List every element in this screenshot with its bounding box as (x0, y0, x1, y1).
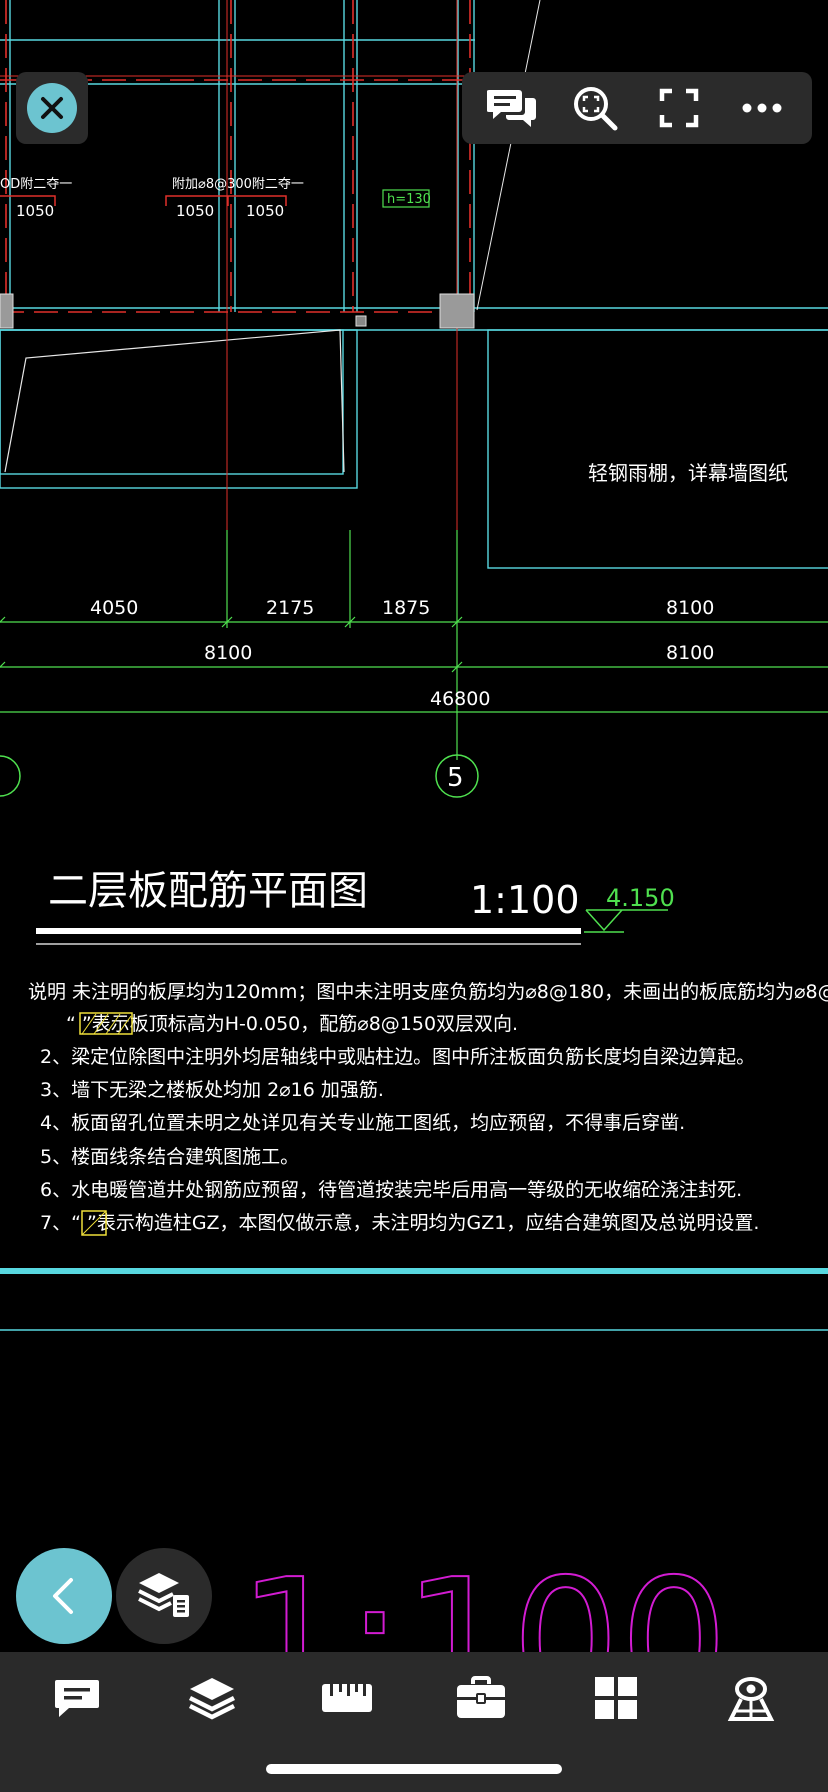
home-indicator[interactable] (266, 1764, 562, 1774)
h-tag: h=130 (387, 192, 431, 207)
nav-toolbox[interactable] (441, 1658, 521, 1738)
columns (0, 293, 475, 329)
rebar-label-mid: 附加⌀8@300附二夺一 (172, 177, 304, 192)
dim-row3: 46800 (430, 688, 490, 710)
zoom-fit-button[interactable] (565, 78, 625, 138)
close-panel (16, 72, 88, 144)
nav-annotation[interactable] (37, 1658, 117, 1738)
axis-bubble-label: 5 (447, 763, 464, 793)
slab-opening-outline (4, 329, 345, 473)
red-dashed-lines (0, 0, 475, 313)
dim-row2-1: 8100 (666, 642, 714, 664)
axis-bubble-partial (0, 755, 21, 797)
more-button[interactable] (732, 78, 792, 138)
plan-scale: 1:100 (470, 878, 580, 922)
dim-row1-2: 1875 (382, 597, 430, 619)
dim-1050-c: 1050 (246, 202, 284, 220)
measure-ruler-icon (321, 1684, 372, 1712)
top-toolbar (462, 72, 812, 144)
diagonal-line (476, 0, 541, 311)
note-line-7: 7、“ ”表示构造柱GZ，本图仅做示意，未注明均为GZ1，应结合建筑图及总说明设… (40, 1212, 759, 1234)
note-line-6: 6、水电暖管道井处钢筋应预留，待管道按装完毕后用高一等级的无收缩砼浇注封死. (40, 1179, 742, 1201)
annotation-icon (55, 1680, 100, 1717)
close-icon (41, 97, 63, 119)
dim-row1-3: 8100 (666, 597, 714, 619)
note-line-3: 3、墙下无梁之楼板处均加 2⌀16 加强筋. (40, 1079, 384, 1101)
layers-icon (188, 1678, 235, 1720)
note-line-1: “ ”表示板顶标高为H-0.050，配筋⌀8@150双层双向. (66, 1013, 518, 1035)
comment-icon (486, 90, 536, 127)
note-line-5: 5、楼面线条结合建筑图施工。 (40, 1146, 299, 1168)
back-button[interactable] (16, 1548, 112, 1644)
frame-border-thick (0, 1268, 828, 1274)
nav-layers[interactable] (172, 1658, 252, 1738)
plan-title: 二层板配筋平面图 (48, 868, 368, 914)
nav-apps[interactable] (576, 1658, 656, 1738)
note-line-0: 说明 未注明的板厚均为120mm；图中未注明支座负筋均为⌀8@180，未画出的板… (28, 981, 828, 1003)
more-icon (742, 103, 782, 113)
fullscreen-icon (659, 88, 698, 128)
canopy-note: 轻钢雨棚，详幕墙图纸 (588, 461, 788, 485)
dim-1050-b: 1050 (176, 202, 214, 220)
grid-apps-icon (594, 1677, 637, 1719)
comments-button[interactable] (482, 78, 542, 138)
zoom-fit-icon (574, 87, 618, 131)
cad-drawing-canvas[interactable]: OD附二夺一 附加⌀8@300附二夺一 1050 1050 1050 h=130… (0, 0, 828, 1792)
toolbox-icon (457, 1676, 506, 1718)
bottom-navigation-bar (0, 1652, 828, 1792)
layers-list-icon (138, 1573, 189, 1617)
chevron-left-icon (53, 1578, 73, 1614)
elevation-symbol (584, 909, 668, 933)
rebar-label-left: OD附二夺一 (0, 177, 72, 192)
layer-manager-button[interactable] (116, 1548, 212, 1644)
fullscreen-button[interactable] (649, 78, 709, 138)
notes-block: 说明 未注明的板厚均为120mm；图中未注明支座负筋均为⌀8@180，未画出的板… (28, 981, 828, 1236)
title-underline-thick (36, 928, 581, 934)
close-button[interactable] (27, 83, 77, 133)
dim-row1-0: 4050 (90, 597, 138, 619)
viewpoint-icon (727, 1677, 774, 1721)
note-line-2: 2、梁定位除图中注明外均居轴线中或贴柱边。图中所注板面负筋长度均自梁边算起。 (40, 1046, 755, 1068)
dim-row1-1: 2175 (266, 597, 314, 619)
elevation-value: 4.150 (606, 884, 675, 912)
note-line-4: 4、板面留孔位置未明之处详见有关专业施工图纸，均应预留，不得事后穿凿. (40, 1112, 685, 1134)
dim-1050-a: 1050 (16, 202, 54, 220)
dim-row2-0: 8100 (204, 642, 252, 664)
nav-viewpoint[interactable] (711, 1658, 791, 1738)
nav-measure[interactable] (307, 1658, 387, 1738)
